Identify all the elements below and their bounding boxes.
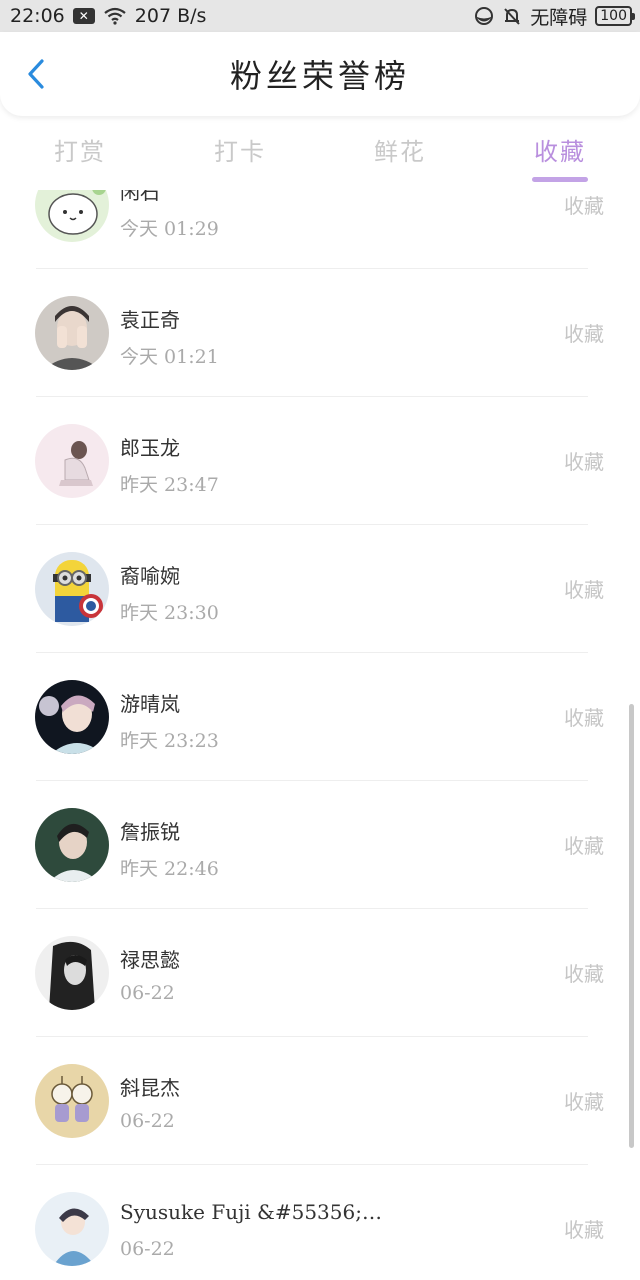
avatar[interactable]: [35, 424, 109, 498]
avatar[interactable]: [35, 808, 109, 882]
accessibility-label: 无障碍: [530, 6, 588, 29]
tab-label: 打卡: [214, 137, 266, 166]
timestamp: 06-22: [120, 982, 175, 1004]
scrollbar[interactable]: [629, 704, 634, 1148]
tab-flowers[interactable]: 鲜花: [320, 116, 480, 190]
user-name: 袁正奇: [120, 308, 180, 332]
avatar[interactable]: [35, 552, 109, 626]
timestamp: 昨天 22:46: [120, 858, 219, 880]
user-name: 游晴岚: [120, 692, 180, 716]
tab-label: 收藏: [534, 137, 586, 166]
tab-label: 鲜花: [374, 137, 426, 166]
favorite-label: 收藏: [564, 1218, 604, 1242]
fan-list[interactable]: 闲石 今天 01:29 收藏 袁正奇 今天 01:21 收藏 郎玉龙 昨天 23…: [0, 190, 640, 1280]
tab-favorites[interactable]: 收藏: [480, 116, 640, 190]
timestamp: 昨天 23:47: [120, 474, 219, 496]
list-item[interactable]: 斜昆杰 06-22 收藏: [0, 1036, 640, 1164]
tab-bar: 打赏 打卡 鲜花 收藏: [0, 116, 640, 190]
user-name: 裔喻婉: [120, 564, 180, 588]
data-saver-icon: [474, 6, 494, 26]
user-name: 詹振锐: [120, 820, 180, 844]
favorite-label: 收藏: [564, 706, 604, 730]
battery-level: 100: [600, 8, 627, 24]
list-item[interactable]: 袁正奇 今天 01:21 收藏: [0, 268, 640, 396]
list-item[interactable]: 裔喻婉 昨天 23:30 收藏: [0, 524, 640, 652]
fan-list-content: 闲石 今天 01:29 收藏 袁正奇 今天 01:21 收藏 郎玉龙 昨天 23…: [0, 190, 640, 1280]
avatar[interactable]: [35, 1192, 109, 1266]
favorite-label: 收藏: [564, 194, 604, 218]
user-name: 闲石: [120, 190, 160, 204]
mute-bell-icon: [502, 6, 522, 26]
list-item[interactable]: 游晴岚 昨天 23:23 收藏: [0, 652, 640, 780]
list-item[interactable]: 郎玉龙 昨天 23:47 收藏: [0, 396, 640, 524]
timestamp: 06-22: [120, 1238, 175, 1260]
wifi-icon: [103, 7, 127, 25]
tab-checkin[interactable]: 打卡: [160, 116, 320, 190]
list-item[interactable]: 詹振锐 昨天 22:46 收藏: [0, 780, 640, 908]
chevron-left-icon: [28, 59, 44, 89]
avatar[interactable]: [35, 936, 109, 1010]
status-bar: 22:06 ✕ 207 B/s 无障碍 100: [0, 0, 640, 32]
user-name: Syusuke Fuji &#55356;…: [120, 1200, 380, 1224]
avatar[interactable]: [35, 680, 109, 754]
tab-label: 打赏: [54, 137, 106, 166]
page-title: 粉丝荣誉榜: [229, 57, 410, 95]
timestamp: 今天 01:29: [120, 218, 219, 240]
timestamp: 昨天 23:30: [120, 602, 219, 624]
clock: 22:06: [10, 5, 65, 27]
notification-icon: ✕: [72, 8, 95, 24]
timestamp: 今天 01:21: [120, 346, 219, 368]
battery-icon: 100: [595, 6, 635, 26]
favorite-label: 收藏: [564, 1090, 604, 1114]
user-name: 禄思懿: [120, 948, 180, 972]
header-bar: 粉丝荣誉榜: [0, 32, 640, 116]
user-name: 斜昆杰: [120, 1076, 180, 1100]
avatar[interactable]: [35, 296, 109, 370]
avatar[interactable]: [35, 190, 109, 242]
favorite-label: 收藏: [564, 322, 604, 346]
status-bar-left: 22:06 ✕ 207 B/s: [10, 5, 206, 27]
list-item[interactable]: Syusuke Fuji &#55356;… 06-22 收藏: [0, 1164, 640, 1280]
favorite-label: 收藏: [564, 834, 604, 858]
favorite-label: 收藏: [564, 962, 604, 986]
active-tab-indicator: [532, 177, 588, 182]
timestamp: 06-22: [120, 1110, 175, 1132]
avatar[interactable]: [35, 1064, 109, 1138]
list-item[interactable]: 禄思懿 06-22 收藏: [0, 908, 640, 1036]
status-bar-right: 无障碍 100: [474, 3, 635, 30]
user-name: 郎玉龙: [120, 436, 180, 460]
list-item[interactable]: 闲石 今天 01:29 收藏: [0, 190, 640, 268]
timestamp: 昨天 23:23: [120, 730, 219, 752]
favorite-label: 收藏: [564, 578, 604, 602]
network-speed: 207 B/s: [134, 5, 207, 27]
back-button[interactable]: [20, 58, 52, 90]
tab-reward[interactable]: 打赏: [0, 116, 160, 190]
favorite-label: 收藏: [564, 450, 604, 474]
